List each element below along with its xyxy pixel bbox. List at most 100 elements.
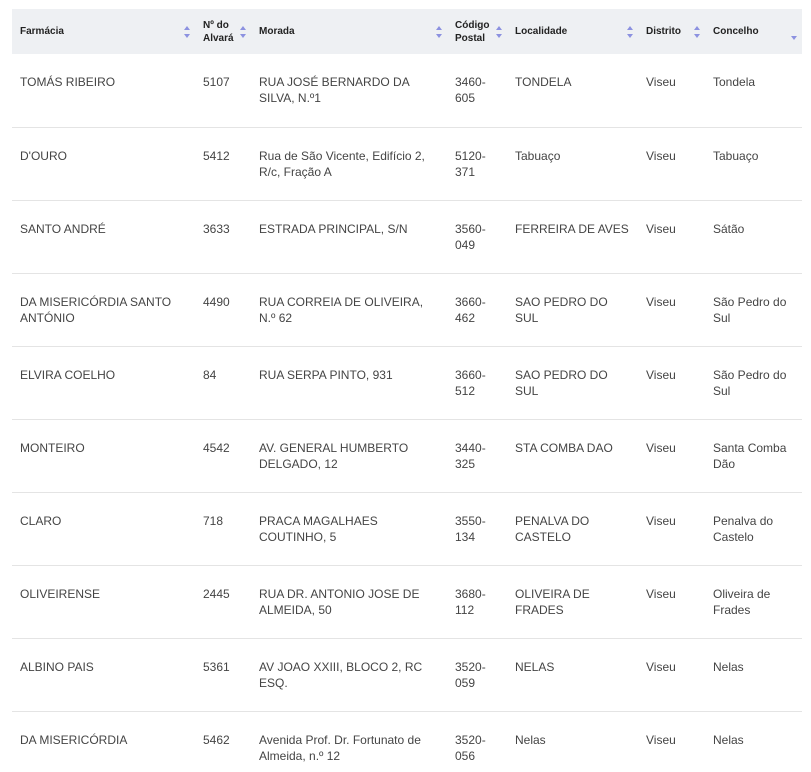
cell-distrito: Viseu (646, 586, 676, 601)
cell-concelho: São Pedro do Sul (713, 367, 787, 398)
sort-icon[interactable] (496, 25, 503, 38)
cell-concelho: Santa Comba Dão (713, 440, 787, 471)
sort-icon[interactable] (436, 25, 443, 38)
cell-concelho: Oliveira de Frades (713, 586, 771, 617)
cell-farmacia: DA MISERICÓRDIA (20, 732, 128, 747)
cell-codigo-postal: 3660-462 (455, 294, 486, 325)
table-row: ALBINO PAIS 5361 AV JOAO XXIII, BLOCO 2,… (12, 638, 802, 711)
cell-distrito: Viseu (646, 367, 676, 382)
cell-concelho: Penalva do Castelo (713, 513, 774, 544)
pharmacy-table: Farmácia Nº do Alvará Morada Código Post… (12, 9, 802, 772)
table-row: MONTEIRO 4542 AV. GENERAL HUMBERTO DELGA… (12, 419, 802, 492)
table-row: D'OURO 5412 Rua de São Vicente, Edifício… (12, 127, 802, 200)
cell-distrito: Viseu (646, 440, 676, 455)
cell-farmacia: TOMÁS RIBEIRO (20, 75, 116, 89)
cell-alvara: 718 (203, 513, 224, 528)
cell-alvara: 4490 (203, 294, 230, 309)
cell-concelho: Nelas (713, 732, 744, 747)
cell-localidade: PENALVA DO CASTELO (515, 513, 590, 544)
cell-alvara: 5361 (203, 659, 230, 674)
header-alvara[interactable]: Nº do Alvará (195, 9, 251, 54)
header-label: Nº do Alvará (203, 19, 234, 44)
cell-farmacia: DA MISERICÓRDIA SANTO ANTÓNIO (20, 294, 172, 325)
header-label: Distrito (646, 26, 681, 37)
cell-morada: RUA CORREIA DE OLIVEIRA, N.º 62 (259, 294, 424, 325)
table-row: ELVIRA COELHO 84 RUA SERPA PINTO, 931 36… (12, 346, 802, 419)
cell-morada: Rua de São Vicente, Edifício 2, R/c, Fra… (259, 148, 425, 179)
cell-alvara: 84 (203, 367, 217, 382)
cell-localidade: Nelas (515, 732, 546, 747)
cell-codigo-postal: 3520-059 (455, 659, 486, 690)
cell-concelho: Sátão (713, 221, 745, 236)
cell-alvara: 4542 (203, 440, 230, 455)
header-label: Farmácia (20, 26, 64, 37)
header-label: Código Postal (455, 19, 490, 44)
header-label: Localidade (515, 26, 568, 37)
cell-concelho: Tondela (713, 75, 756, 89)
cell-farmacia: OLIVEIRENSE (20, 586, 101, 601)
header-distrito[interactable]: Distrito (638, 9, 705, 54)
cell-codigo-postal: 3560-049 (455, 221, 486, 252)
sort-icon[interactable] (240, 25, 247, 38)
sort-icon[interactable] (627, 25, 634, 38)
cell-localidade: NELAS (515, 659, 555, 674)
header-morada[interactable]: Morada (251, 9, 447, 54)
cell-alvara: 5462 (203, 732, 230, 747)
cell-localidade: Tabuaço (515, 148, 561, 163)
cell-alvara: 5412 (203, 148, 230, 163)
cell-morada: ESTRADA PRINCIPAL, S/N (259, 221, 408, 236)
pharmacy-table-view: Farmácia Nº do Alvará Morada Código Post… (0, 0, 811, 772)
header-codigo-postal[interactable]: Código Postal (447, 9, 507, 54)
cell-farmacia: ALBINO PAIS (20, 659, 94, 674)
cell-morada: AV. GENERAL HUMBERTO DELGADO, 12 (259, 440, 409, 471)
cell-alvara: 3633 (203, 221, 230, 236)
header-localidade[interactable]: Localidade (507, 9, 638, 54)
cell-farmacia: SANTO ANDRÉ (20, 221, 106, 236)
cell-codigo-postal: 5120-371 (455, 148, 486, 179)
table-row: DA MISERICÓRDIA SANTO ANTÓNIO 4490 RUA C… (12, 273, 802, 346)
cell-localidade: TONDELA (515, 75, 572, 89)
cell-morada: AV JOAO XXIII, BLOCO 2, RC ESQ. (259, 659, 423, 690)
table-row: DA MISERICÓRDIA 5462 Avenida Prof. Dr. F… (12, 711, 802, 772)
cell-localidade: SAO PEDRO DO SUL (515, 367, 608, 398)
cell-localidade: SAO PEDRO DO SUL (515, 294, 608, 325)
cell-morada: PRACA MAGALHAES COUTINHO, 5 (259, 513, 378, 544)
cell-codigo-postal: 3680-112 (455, 586, 486, 617)
cell-distrito: Viseu (646, 659, 676, 674)
cell-morada: RUA SERPA PINTO, 931 (259, 367, 393, 382)
cell-concelho: São Pedro do Sul (713, 294, 787, 325)
cell-morada: Avenida Prof. Dr. Fortunato de Almeida, … (259, 732, 421, 763)
cell-distrito: Viseu (646, 221, 676, 236)
header-farmacia[interactable]: Farmácia (12, 9, 195, 54)
cell-distrito: Viseu (646, 294, 676, 309)
cell-codigo-postal: 3520-056 (455, 732, 486, 763)
sort-icon[interactable] (184, 25, 191, 38)
cell-distrito: Viseu (646, 513, 676, 528)
cell-localidade: FERREIRA DE AVES (515, 221, 629, 236)
cell-farmacia: D'OURO (20, 148, 67, 163)
sort-desc-icon[interactable] (791, 34, 798, 40)
cell-farmacia: CLARO (20, 513, 62, 528)
table-header-row: Farmácia Nº do Alvará Morada Código Post… (12, 9, 802, 54)
cell-distrito: Viseu (646, 732, 676, 747)
sort-icon[interactable] (694, 25, 701, 38)
table-row: OLIVEIRENSE 2445 RUA DR. ANTONIO JOSE DE… (12, 565, 802, 638)
header-label: Concelho (713, 26, 759, 37)
cell-farmacia: MONTEIRO (20, 440, 85, 455)
cell-codigo-postal: 3460-605 (455, 75, 486, 105)
cell-localidade: OLIVEIRA DE FRADES (515, 586, 590, 617)
cell-farmacia: ELVIRA COELHO (20, 367, 116, 382)
cell-morada: RUA DR. ANTONIO JOSE DE ALMEIDA, 50 (259, 586, 420, 617)
table-row: SANTO ANDRÉ 3633 ESTRADA PRINCIPAL, S/N … (12, 200, 802, 273)
header-concelho[interactable]: Concelho (705, 9, 802, 54)
cell-concelho: Nelas (713, 659, 744, 674)
cell-codigo-postal: 3440-325 (455, 440, 486, 471)
cell-codigo-postal: 3550-134 (455, 513, 486, 544)
header-label: Morada (259, 26, 295, 37)
cell-alvara: 5107 (203, 75, 230, 89)
cell-codigo-postal: 3660-512 (455, 367, 486, 398)
cell-alvara: 2445 (203, 586, 230, 601)
cell-distrito: Viseu (646, 75, 676, 89)
cell-localidade: STA COMBA DAO (515, 440, 613, 455)
cell-morada: RUA JOSÉ BERNARDO DA SILVA, N.º1 (259, 75, 410, 105)
